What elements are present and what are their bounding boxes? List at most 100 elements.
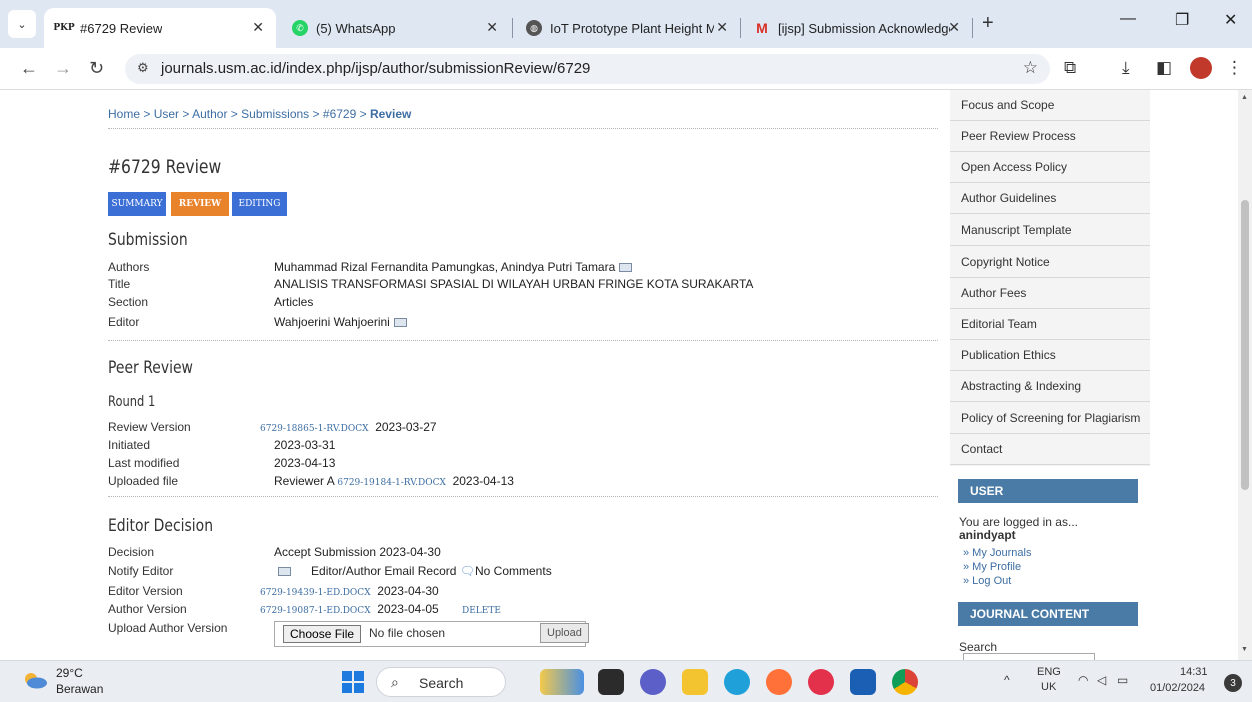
windows-taskbar: 29°C Berawan ⌕ Search ^ ENG UK ◠ ◁ ▭ 14:… — [0, 660, 1252, 702]
author-version-date: 2023-04-05 — [377, 602, 439, 616]
journal-content-heading: JOURNAL CONTENT — [958, 602, 1138, 626]
address-bar[interactable]: ⚙ journals.usm.ac.id/index.php/ijsp/auth… — [125, 54, 1050, 84]
tab-review-page[interactable]: Review — [171, 192, 229, 216]
task-view-icon[interactable] — [598, 669, 624, 695]
breadcrumb-id[interactable]: #6729 — [323, 107, 356, 121]
tab-search-button[interactable]: ⌄ — [8, 10, 36, 38]
breadcrumb-current[interactable]: Review — [370, 107, 411, 121]
wifi-icon[interactable]: ◠ — [1078, 673, 1088, 687]
file-explorer-icon[interactable] — [682, 669, 708, 695]
breadcrumb-user[interactable]: User — [154, 107, 179, 121]
comment-icon[interactable]: 🗨 — [460, 564, 475, 578]
download-icon[interactable]: ⤓ — [1122, 58, 1130, 78]
volume-icon[interactable]: ◁ — [1097, 673, 1106, 687]
keyboard-layout[interactable]: UK — [1041, 681, 1056, 693]
language-indicator[interactable]: ENG — [1037, 666, 1061, 678]
sidebar-item-abstracting[interactable]: Abstracting & Indexing — [950, 371, 1150, 402]
breadcrumb-author[interactable]: Author — [192, 107, 227, 121]
url-text[interactable]: journals.usm.ac.id/index.php/ijsp/author… — [161, 60, 590, 77]
close-icon[interactable]: ✕ — [252, 19, 264, 36]
tab-editing[interactable]: Editing — [232, 192, 287, 216]
new-tab-button[interactable]: + — [982, 12, 994, 35]
close-icon[interactable]: ✕ — [948, 19, 960, 36]
chevron-up-icon[interactable]: ^ — [1004, 673, 1010, 687]
site-info-icon[interactable]: ⚙ — [137, 60, 149, 76]
sidebar-item-publication-ethics[interactable]: Publication Ethics — [950, 340, 1150, 371]
chevron-down-icon: ⌄ — [17, 18, 27, 31]
close-icon[interactable]: ✕ — [716, 19, 728, 36]
taskbar-search[interactable]: ⌕ Search — [376, 667, 506, 697]
email-icon[interactable] — [393, 318, 407, 328]
sidebar-item-plagiarism[interactable]: Policy of Screening for Plagiarism — [950, 403, 1150, 434]
edge-browser-icon[interactable] — [724, 669, 750, 695]
menu-icon[interactable]: ⋮ — [1226, 58, 1243, 78]
chat-app-icon[interactable] — [640, 669, 666, 695]
upload-button[interactable]: Upload — [540, 623, 589, 643]
cloud-icon[interactable] — [22, 671, 48, 689]
sidebar-item-author-guidelines[interactable]: Author Guidelines — [950, 183, 1150, 214]
scroll-up-icon[interactable]: ▲ — [1241, 94, 1248, 101]
restore-icon[interactable]: ❐ — [1175, 10, 1189, 30]
widgets-app-icon[interactable] — [540, 669, 584, 695]
my-profile-link[interactable]: » My Profile — [963, 561, 1021, 573]
sidebar-item-manuscript-template[interactable]: Manuscript Template — [950, 215, 1150, 246]
choose-file-button[interactable]: Choose File — [283, 625, 362, 643]
notification-badge[interactable]: 3 — [1224, 674, 1242, 692]
bookmark-star-icon[interactable]: ☆ — [1023, 58, 1038, 78]
uploaded-date: 2023-04-13 — [452, 474, 514, 488]
tab-summary[interactable]: Summary — [108, 192, 166, 216]
windows-start-icon[interactable] — [340, 669, 366, 695]
store-app-icon[interactable] — [850, 669, 876, 695]
section-label: Section — [108, 295, 149, 309]
my-journals-link[interactable]: » My Journals — [963, 547, 1031, 559]
firefox-icon[interactable] — [766, 669, 792, 695]
sidebar-item-focus-scope[interactable]: Focus and Scope — [950, 90, 1150, 121]
chrome-icon[interactable] — [892, 669, 918, 695]
clock-date[interactable]: 01/02/2024 — [1150, 682, 1205, 694]
email-icon[interactable] — [619, 263, 633, 273]
journal-search-input[interactable] — [963, 653, 1095, 660]
weather-condition[interactable]: Berawan — [56, 682, 103, 696]
tab-whatsapp[interactable]: ✆ (5) WhatsApp ✕ — [280, 8, 510, 48]
profile-avatar[interactable] — [1190, 57, 1212, 79]
temperature[interactable]: 29°C — [56, 666, 83, 680]
editor-decision-heading: Editor Decision — [108, 516, 214, 536]
battery-icon[interactable]: ▭ — [1117, 673, 1128, 687]
divider — [108, 496, 938, 497]
clock-time[interactable]: 14:31 — [1180, 666, 1208, 678]
vivaldi-icon[interactable] — [808, 669, 834, 695]
back-icon[interactable]: ← — [20, 58, 38, 79]
sidebar-item-peer-review[interactable]: Peer Review Process — [950, 121, 1150, 152]
email-record-link[interactable]: Editor/Author Email Record — [311, 564, 456, 578]
extensions-icon[interactable]: ⧉ — [1064, 58, 1076, 78]
minimize-icon[interactable]: — — [1120, 10, 1136, 28]
uploaded-file-link[interactable]: 6729-19184-1-RV.DOCX — [337, 478, 446, 488]
page-scrollbar[interactable]: ▲ ▼ — [1238, 90, 1252, 660]
review-version-file-link[interactable]: 6729-18865-1-RV.DOCX — [260, 424, 369, 434]
author-version-file-link[interactable]: 6729-19087-1-ED.DOCX — [260, 606, 371, 616]
close-window-icon[interactable]: ✕ — [1224, 10, 1237, 30]
tab-review[interactable]: PKP #6729 Review ✕ — [44, 8, 276, 48]
sidebar-item-contact[interactable]: Contact — [950, 434, 1150, 465]
delete-link[interactable]: DELETE — [462, 606, 501, 616]
breadcrumb-home[interactable]: Home — [108, 107, 140, 121]
close-icon[interactable]: ✕ — [486, 19, 498, 36]
sidebar-item-editorial-team[interactable]: Editorial Team — [950, 309, 1150, 340]
sidebar-item-author-fees[interactable]: Author Fees — [950, 278, 1150, 309]
forward-icon[interactable]: → — [54, 58, 72, 79]
email-icon[interactable] — [278, 567, 291, 577]
tab-iot-prototype[interactable]: ◍ IoT Prototype Plant Height Mea ✕ — [514, 8, 740, 48]
logout-link[interactable]: » Log Out — [963, 575, 1011, 587]
comments-link[interactable]: No Comments — [475, 564, 552, 578]
side-panel-icon[interactable]: ◧ — [1156, 58, 1172, 78]
editor-version-file-link[interactable]: 6729-19439-1-ED.DOCX — [260, 588, 371, 598]
sidebar-item-open-access[interactable]: Open Access Policy — [950, 152, 1150, 183]
sidebar-item-copyright[interactable]: Copyright Notice — [950, 247, 1150, 278]
tab-gmail[interactable]: M [ijsp] Submission Acknowledge ✕ — [742, 8, 972, 48]
round-heading: Round 1 — [108, 394, 156, 410]
scrollbar-thumb[interactable] — [1241, 200, 1249, 490]
reload-icon[interactable]: ↻ — [89, 58, 104, 79]
breadcrumb-submissions[interactable]: Submissions — [241, 107, 309, 121]
tab-title: #6729 Review — [80, 20, 163, 36]
scroll-down-icon[interactable]: ▼ — [1241, 646, 1248, 653]
